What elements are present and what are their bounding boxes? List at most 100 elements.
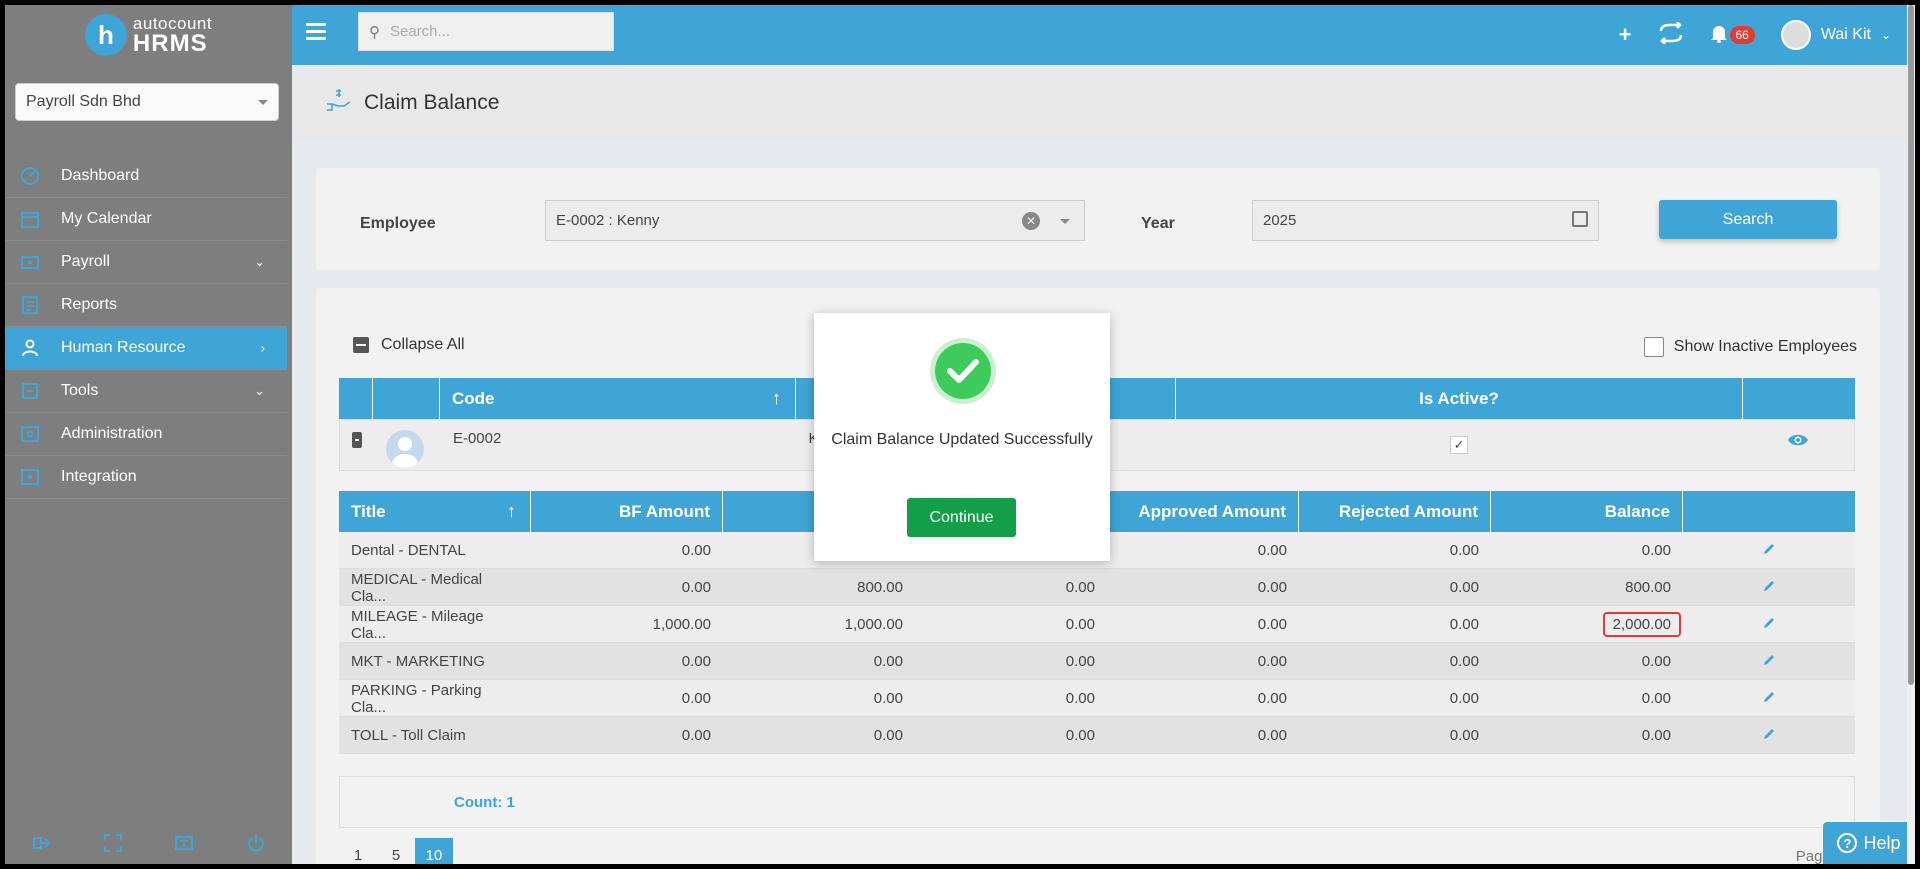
claim-amount-cell: 0.00 [873, 653, 903, 670]
sidebar-item-payroll[interactable]: Payroll ⌄ [5, 241, 287, 284]
logo-mark: h [84, 14, 127, 56]
claim-amount-cell: 0.00 [1257, 542, 1287, 559]
claim-amount-cell: 0.00 [1257, 616, 1287, 633]
continue-button[interactable]: Continue [907, 498, 1016, 537]
column-header-title[interactable]: Title ↑ [339, 491, 531, 532]
claim-title-cell: MEDICAL - Medical Cla... [351, 570, 483, 605]
column-header-bf-amount[interactable]: BF Amount [531, 491, 723, 532]
edit-pencil-icon[interactable] [1762, 542, 1776, 560]
claim-amount-cell: 0.00 [1641, 690, 1671, 707]
claim-title-cell: TOLL - Toll Claim [351, 727, 466, 744]
sidebar-item-label: My Calendar [61, 210, 152, 227]
claim-amount-cell: 0.00 [681, 542, 711, 559]
page-header: Claim Balance [292, 65, 1915, 140]
sort-asc-icon: ↑ [772, 388, 781, 408]
claim-title-cell: PARKING - Parking Cla... [351, 681, 482, 716]
claim-row: MEDICAL - Medical Cla... 0.00 800.00 0.00 0.… [339, 569, 1855, 606]
show-inactive-checkbox[interactable] [1643, 337, 1664, 357]
claim-row: TOLL - Toll Claim 0.00 0.00 0.00 0.00 0.00 0.0… [339, 717, 1855, 754]
app-frame: h autocount HRMS Payroll Sdn Bhd Dashboa… [5, 5, 1915, 864]
app-logo[interactable]: h autocount HRMS [5, 5, 292, 65]
year-field[interactable]: 2025 [1252, 200, 1599, 241]
page-scrollbar[interactable] [1907, 5, 1915, 864]
edit-pencil-icon[interactable] [1762, 727, 1776, 745]
claim-amount-cell: 0.00 [1065, 579, 1095, 596]
edit-pencil-icon[interactable] [1762, 653, 1776, 671]
edit-pencil-icon[interactable] [1762, 616, 1776, 634]
search-button[interactable]: Search [1659, 200, 1837, 239]
success-check-icon [930, 338, 996, 404]
column-header-balance[interactable]: Balance [1491, 491, 1683, 532]
sort-asc-icon: ↑ [507, 501, 516, 521]
claim-amount-cell: 0.00 [1449, 690, 1479, 707]
collapse-row-icon[interactable] [352, 432, 362, 448]
claim-hand-icon [326, 88, 352, 118]
claim-amount-cell: 0.00 [1065, 690, 1095, 707]
page-size-option[interactable]: 5 [377, 838, 415, 864]
view-eye-icon[interactable] [1787, 432, 1809, 452]
power-icon[interactable] [247, 834, 265, 857]
notifications[interactable]: 66 [1710, 23, 1755, 48]
language-icon[interactable] [175, 834, 194, 857]
sidebar-item-label: Administration [61, 425, 163, 442]
collapse-all-toggle[interactable]: Collapse All [353, 336, 465, 354]
page-title: Claim Balance [364, 90, 500, 114]
avatar [1780, 20, 1811, 50]
claim-amount-cell: 0.00 [681, 727, 711, 744]
claim-amount-cell: 0.00 [1065, 727, 1095, 744]
claim-amount-cell: 0.00 [681, 579, 711, 596]
claim-row: PARKING - Parking Cla... 0.00 0.00 0.00 0.00… [339, 680, 1855, 717]
claim-amount-cell: 800.00 [1625, 579, 1671, 596]
claim-amount-cell: 0.00 [1641, 542, 1671, 559]
logout-icon[interactable] [32, 834, 51, 857]
show-inactive-toggle[interactable]: Show Inactive Employees [1643, 337, 1857, 357]
switch-icon[interactable] [1658, 20, 1684, 49]
claim-amount-cell: 0.00 [1641, 653, 1671, 670]
help-button[interactable]: ? Help [1823, 822, 1915, 864]
page-size-option[interactable]: 1 [339, 838, 377, 864]
show-inactive-label: Show Inactive Employees [1673, 338, 1857, 355]
sidebar-footer [5, 826, 292, 864]
column-header-rejected-amount[interactable]: Rejected Amount [1299, 491, 1491, 532]
claim-amount-cell: 0.00 [1257, 579, 1287, 596]
chevron-down-icon [258, 99, 268, 105]
sidebar-item-administration[interactable]: Administration [5, 413, 287, 456]
clear-icon[interactable]: ✕ [1022, 212, 1040, 230]
employee-code: E-0002 [452, 430, 502, 447]
sidebar-item-my-calendar[interactable]: My Calendar [5, 198, 287, 241]
menu-toggle-icon[interactable] [306, 23, 326, 44]
search-input[interactable]: ⚲ Search... [358, 12, 614, 51]
page-size-selector: 1 5 10 [339, 838, 453, 864]
column-header-is-active[interactable]: Is Active? [1176, 378, 1743, 419]
bell-icon [1710, 23, 1728, 48]
sidebar-item-dashboard[interactable]: Dashboard [5, 155, 287, 198]
claim-amount-cell: 0.00 [681, 690, 711, 707]
edit-pencil-icon[interactable] [1762, 579, 1776, 597]
column-header-approved-amount[interactable]: Approved Amount [1107, 491, 1299, 532]
sidebar-item-tools[interactable]: Tools ⌄ [5, 370, 287, 413]
fullscreen-icon[interactable] [103, 833, 122, 857]
is-active-checkbox: ✓ [1450, 436, 1469, 454]
sidebar-item-integration[interactable]: Integration [5, 456, 287, 499]
calendar-icon[interactable] [1572, 211, 1588, 227]
employee-select-value: E-0002 : Kenny [556, 212, 660, 229]
sidebar-item-reports[interactable]: Reports [5, 284, 287, 327]
column-header-code[interactable]: Code ↑ [440, 378, 796, 419]
tools-icon [19, 380, 41, 402]
edit-pencil-icon[interactable] [1762, 690, 1776, 708]
page-size-option-active[interactable]: 10 [415, 838, 453, 864]
claim-amount-cell: 0.00 [873, 727, 903, 744]
sidebar-item-human-resource[interactable]: Human Resource › [5, 327, 287, 370]
sidebar: h autocount HRMS Payroll Sdn Bhd Dashboa… [5, 5, 292, 864]
user-menu[interactable]: Wai Kit ⌄ [1780, 20, 1891, 50]
record-count: Count: 1 [454, 794, 515, 811]
chevron-down-icon: ⌄ [1880, 28, 1891, 42]
sidebar-item-label: Tools [61, 382, 99, 399]
add-icon[interactable]: + [1619, 22, 1632, 48]
employee-select[interactable]: E-0002 : Kenny ✕ [545, 200, 1085, 241]
year-label: Year [1141, 215, 1175, 232]
company-select-value: Payroll Sdn Bhd [26, 93, 141, 110]
top-bar: ⚲ Search... + 66 Wai Kit ⌄ [292, 5, 1915, 65]
help-label: Help [1863, 832, 1901, 853]
company-select[interactable]: Payroll Sdn Bhd [15, 83, 279, 121]
